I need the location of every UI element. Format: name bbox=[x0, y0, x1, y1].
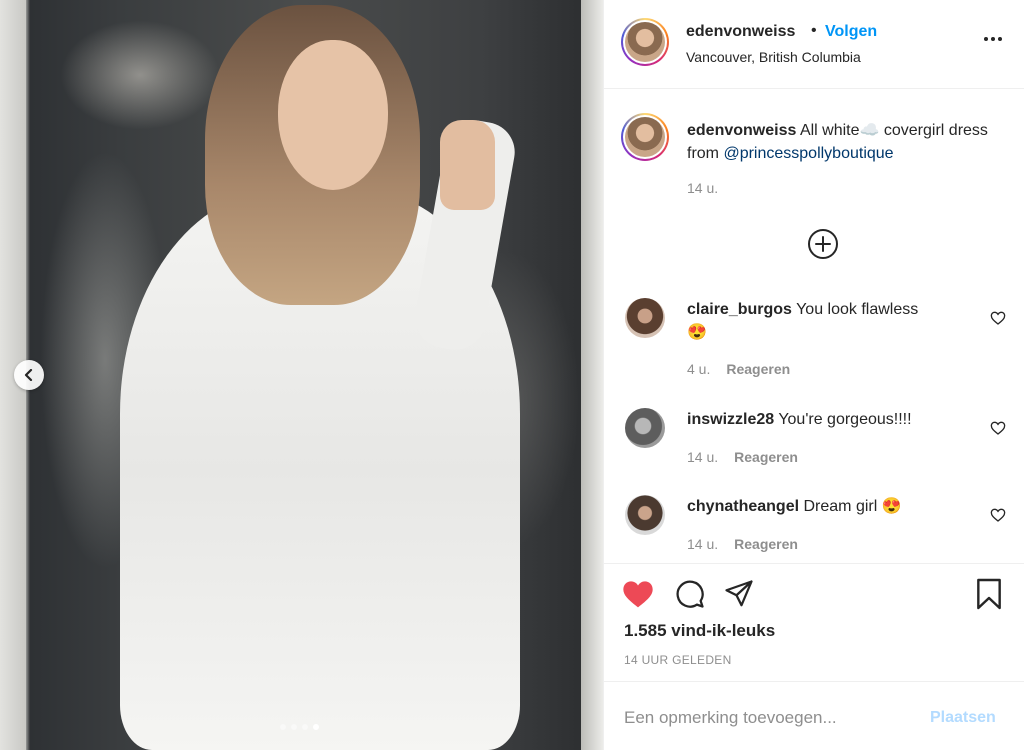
header-separator: • bbox=[811, 22, 817, 39]
carousel-dot bbox=[280, 724, 286, 730]
post-media[interactable] bbox=[0, 0, 603, 750]
heart-eyes-emoji: 😍 bbox=[881, 498, 902, 515]
comment-like-heart-icon[interactable] bbox=[990, 310, 1006, 326]
comment-avatar[interactable] bbox=[625, 298, 665, 338]
comment-icon bbox=[676, 580, 704, 608]
background-window-frame bbox=[581, 0, 603, 750]
caption-mention-link[interactable]: @princesspollyboutique bbox=[723, 145, 893, 162]
share-button[interactable] bbox=[723, 578, 755, 610]
author-username[interactable]: edenvonweiss bbox=[686, 23, 795, 41]
post-actions: 1.585 vind-ik-leuks 14 UUR GELEDEN Plaat… bbox=[604, 563, 1024, 750]
cloud-emoji: ☁️ bbox=[859, 122, 880, 139]
share-icon bbox=[725, 580, 753, 607]
post-timestamp: 14 UUR GELEDEN bbox=[624, 653, 732, 667]
comment-text: claire_burgos You look flawless 😍 bbox=[687, 298, 972, 344]
post-comment-button[interactable]: Plaatsen bbox=[930, 709, 996, 727]
comment-avatar[interactable] bbox=[625, 408, 665, 448]
comment-time: 4 u. bbox=[687, 361, 711, 377]
comment-avatar[interactable] bbox=[625, 495, 665, 535]
comment-time: 14 u. bbox=[687, 536, 719, 552]
like-button[interactable] bbox=[622, 578, 654, 610]
comment-text: chynatheangel Dream girl 😍 bbox=[687, 495, 972, 518]
caption-author-avatar[interactable] bbox=[621, 113, 669, 161]
comment-input[interactable] bbox=[624, 707, 924, 729]
comment-like-heart-icon[interactable] bbox=[990, 507, 1006, 523]
comment-meta: 14 u. Reageren bbox=[687, 536, 798, 552]
post-location[interactable]: Vancouver, British Columbia bbox=[686, 49, 861, 65]
caption-time: 14 u. bbox=[687, 180, 719, 196]
photo-subject-hand bbox=[440, 120, 495, 210]
comment-meta: 14 u. Reageren bbox=[687, 449, 798, 465]
author-avatar[interactable] bbox=[621, 18, 669, 66]
comment-username[interactable]: claire_burgos bbox=[687, 301, 792, 318]
load-more-comments-button[interactable] bbox=[807, 228, 839, 260]
comment-body: You look flawless bbox=[796, 301, 919, 318]
chevron-left-icon bbox=[24, 369, 33, 381]
plus-circle-icon bbox=[808, 229, 838, 259]
carousel-dot-active bbox=[313, 724, 319, 730]
background-blur bbox=[60, 20, 220, 130]
carousel-dot bbox=[302, 724, 308, 730]
previous-image-button[interactable] bbox=[14, 360, 44, 390]
more-options-icon bbox=[984, 37, 1002, 41]
reply-button[interactable]: Reageren bbox=[734, 449, 798, 465]
more-options-button[interactable] bbox=[982, 28, 1004, 50]
comment-like-heart-icon[interactable] bbox=[990, 420, 1006, 436]
comment-time: 14 u. bbox=[687, 449, 719, 465]
follow-button[interactable]: Volgen bbox=[825, 23, 877, 41]
post-sidebar: edenvonweiss • Volgen Vancouver, British… bbox=[603, 0, 1024, 750]
bookmark-icon bbox=[977, 578, 1001, 610]
reply-button[interactable]: Reageren bbox=[734, 536, 798, 552]
comment-username[interactable]: inswizzle28 bbox=[687, 411, 774, 428]
heart-icon bbox=[623, 581, 653, 608]
comment-button[interactable] bbox=[674, 578, 706, 610]
carousel-indicator bbox=[280, 724, 319, 730]
heart-eyes-emoji: 😍 bbox=[687, 324, 707, 341]
carousel-dot bbox=[291, 724, 297, 730]
photo-subject-face bbox=[278, 40, 388, 190]
comment-username[interactable]: chynatheangel bbox=[687, 498, 799, 515]
comment-composer: Plaatsen bbox=[604, 681, 1024, 750]
caption-body: All white bbox=[799, 122, 860, 139]
post-header: edenvonweiss • Volgen Vancouver, British… bbox=[604, 0, 1024, 89]
caption-username[interactable]: edenvonweiss bbox=[687, 122, 796, 139]
caption-text: edenvonweiss All white☁️ covergirl dress… bbox=[687, 119, 1007, 165]
like-count[interactable]: 1.585 vind-ik-leuks bbox=[624, 621, 775, 641]
comment-body: You're gorgeous!!!! bbox=[778, 411, 912, 428]
reply-button[interactable]: Reageren bbox=[726, 361, 790, 377]
comment-meta: 4 u. Reageren bbox=[687, 361, 790, 377]
save-button[interactable] bbox=[973, 578, 1005, 610]
comment-body: Dream girl bbox=[803, 498, 878, 515]
comment-text: inswizzle28 You're gorgeous!!!! bbox=[687, 408, 972, 431]
